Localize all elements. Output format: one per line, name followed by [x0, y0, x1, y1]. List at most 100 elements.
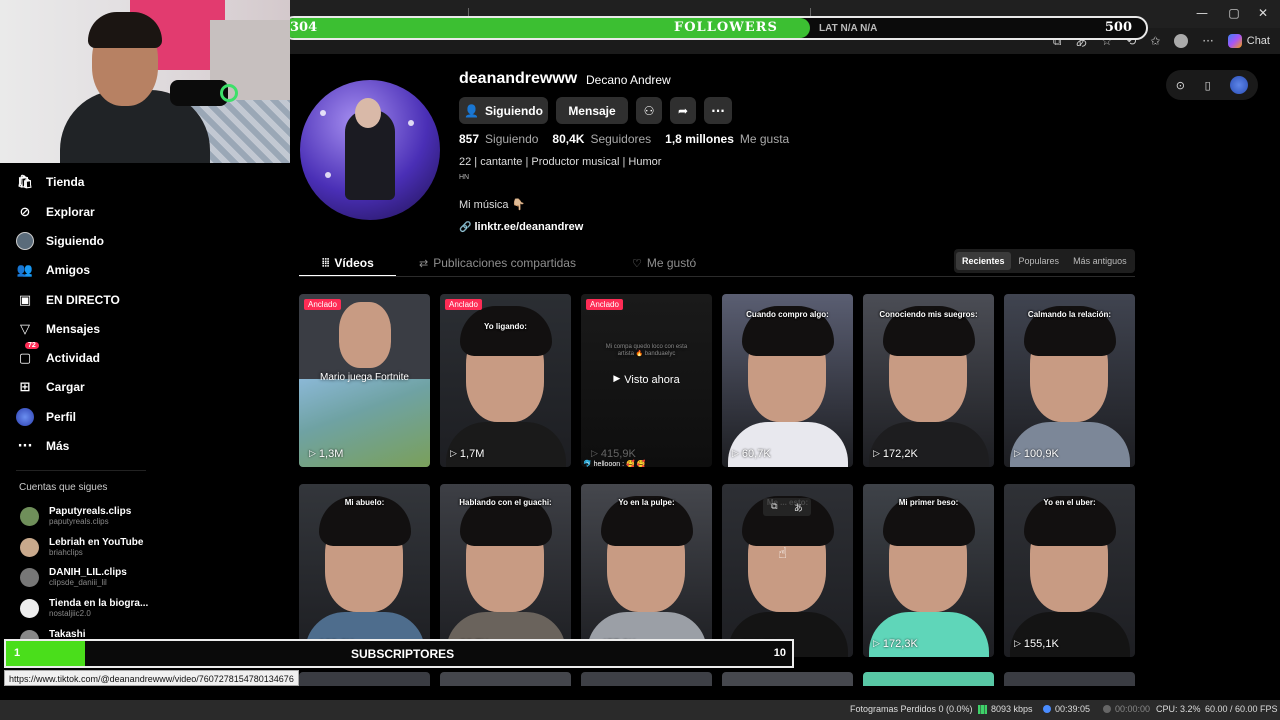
browser-menu-icon[interactable]: ··· [1202, 34, 1213, 48]
video-card[interactable]: Anclado Mario juega Fortnite ▷ 1,3M [299, 294, 430, 467]
account-name: Lebriah en YouTube [49, 537, 144, 548]
video-caption: Hablando con el guachi: [459, 498, 552, 507]
sidebar-item-actividad[interactable]: ▢ 72 Actividad [16, 342, 101, 369]
video-card[interactable]: Hablando con el guachi:▷82,7K [440, 484, 571, 657]
message-button[interactable]: Mensaje [556, 97, 628, 124]
video-card-peek[interactable] [581, 672, 712, 686]
share-button[interactable]: ➦ [670, 97, 696, 124]
following-button-label: Siguiendo [484, 103, 543, 118]
video-card[interactable]: Mi abuelo:▷129,6K [299, 484, 430, 657]
sidebar-item-en-directo[interactable]: ▣ EN DIRECTO [16, 289, 120, 311]
subscribers-goal-end: 10 [773, 647, 786, 659]
video-hover-controls[interactable]: ⧉ あ [763, 498, 811, 516]
sidebar-item-perfil[interactable]: Perfil [16, 406, 76, 428]
minimize-icon[interactable]: — [1195, 6, 1209, 20]
profile-nickname: Decano Andrew [586, 73, 671, 87]
video-caption: Yo en la pulpe: [618, 498, 675, 507]
sidebar-item-siguiendo[interactable]: Siguiendo [16, 230, 104, 252]
upload-icon: ⊞ [19, 379, 31, 395]
play-outline-icon: ▷ [873, 639, 880, 649]
sidebar-item-explorar[interactable]: ⊘ Explorar [16, 201, 95, 223]
obs-fps: 60.00 / 60.00 FPS [1205, 704, 1278, 714]
following-button[interactable]: 👤 Siguiendo [459, 97, 548, 124]
video-view-count: ▷ 155,1K [1014, 638, 1059, 650]
tab-videos[interactable]: ⦙⦙⦙ Vídeos [322, 256, 374, 270]
copilot-chat-button[interactable]: Chat [1227, 34, 1270, 48]
sort-popular[interactable]: Populares [1013, 252, 1066, 270]
sidebar-item-cargar[interactable]: ⊞ Cargar [16, 376, 85, 398]
tab-reposts[interactable]: ⇄ Publicaciones compartidas [419, 256, 576, 270]
favorites-bar-icon[interactable]: ✩ [1150, 34, 1160, 48]
video-card[interactable]: Conociendo mis suegros: ▷ 172,2K [863, 294, 994, 467]
add-friend-button[interactable]: ⚇ [636, 97, 662, 124]
sidebar-item-label: Actividad [46, 351, 101, 365]
video-view-count: ▷ 172,3K [873, 638, 918, 650]
sort-oldest[interactable]: Más antiguos [1067, 252, 1133, 270]
account-name: Paputyreals.clips [49, 506, 132, 517]
pinned-badge: Anclado [304, 299, 341, 310]
user-avatar[interactable] [1230, 76, 1249, 94]
close-window-icon[interactable]: ✕ [1256, 6, 1270, 20]
sidebar-item-label: Más [46, 439, 70, 453]
avatar-light [408, 120, 414, 126]
sidebar-item-amigos[interactable]: 👥 Amigos [16, 259, 90, 281]
following-count[interactable]: 857 [459, 132, 479, 146]
followers-count[interactable]: 80,4K [552, 132, 584, 146]
video-card-peek[interactable] [1004, 672, 1135, 686]
video-view-count: ▷ 172,2K [873, 448, 918, 460]
view-count-text: 60,7K [741, 448, 771, 460]
streamer-hair [88, 12, 162, 48]
video-card[interactable]: Anclado Mi compa quedo loco con esta arti… [581, 294, 712, 467]
video-card[interactable]: Cuando compro algo: ▷ 60,7K [722, 294, 853, 467]
video-card[interactable]: Yo en el uber: ▷ 155,1K [1004, 484, 1135, 657]
video-card[interactable]: Yo en la pulpe:▷457,3K [581, 484, 712, 657]
following-account[interactable]: DANIH_LIL.clips clipsde_daniii_lil [20, 565, 127, 589]
profile-avatar [300, 80, 440, 220]
sidebar-item-mas[interactable]: ··· Más [16, 435, 70, 457]
followers-goal-bar: 304 FOLLOWERS LAT N/A N/A 500 [282, 16, 1148, 40]
obs-record-time: 00:00:00 [1103, 704, 1150, 714]
view-count-text: 172,3K [882, 638, 918, 650]
sidebar-item-mensajes[interactable]: ▽ Mensajes [16, 318, 100, 340]
sort-recent[interactable]: Recientes [956, 252, 1011, 270]
profile-bio-music: Mi música 👇🏼 [459, 199, 526, 211]
obs-status-bar: Fotogramas Perdidos 0 (0.0%) 8093 kbps 0… [0, 700, 1280, 720]
video-card-peek[interactable] [722, 672, 853, 686]
followers-goal-extra: LAT N/A N/A [819, 23, 878, 34]
video-subject-shirt [869, 422, 989, 467]
heart-outline-icon: ♡ [632, 256, 642, 270]
video-overlay-note: Mi compa quedo loco con esta artista 🔥 b… [605, 344, 688, 357]
obs-bitrate: 8093 kbps [978, 704, 1033, 714]
ellipsis-icon: ··· [711, 103, 725, 118]
video-card[interactable]: Mi primer beso: ▷ 172,3K [863, 484, 994, 657]
live-comment: 🐬 hellooon : 🥰 🥰 [583, 461, 646, 467]
translate-icon[interactable]: あ [794, 501, 803, 514]
profile-link[interactable]: 🔗 linktr.ee/deanandrew [459, 221, 583, 233]
following-account[interactable]: Tienda en la biogra... nostaljiic2.0 [20, 596, 148, 620]
video-caption: Yo ligando: [484, 322, 527, 331]
following-accounts-title: Cuentas que sigues [19, 482, 108, 493]
video-card-peek[interactable] [299, 672, 430, 686]
maximize-icon[interactable]: ▢ [1227, 6, 1241, 20]
video-card-peek[interactable] [440, 672, 571, 686]
browser-profile-icon[interactable] [1174, 34, 1189, 48]
following-account[interactable]: Lebriah en YouTube briahclips [20, 535, 143, 559]
microphone-light [220, 84, 238, 102]
more-options-button[interactable]: ··· [704, 97, 732, 124]
device-icon[interactable]: ▯ [1205, 79, 1211, 92]
share-icon: ➦ [677, 103, 689, 118]
video-card[interactable]: Calmando la relación: ▷ 100,9K [1004, 294, 1135, 467]
following-account[interactable]: Paputyreals.clips paputyreals.clips [20, 504, 131, 528]
watched-now-text: Visto ahora [624, 374, 680, 386]
pip-icon[interactable]: ⧉ [771, 502, 777, 512]
link-icon: 🔗 [459, 221, 472, 233]
video-caption: Mi abuelo: [344, 498, 385, 507]
video-overlay-text: Mario juega Fortnite [320, 372, 409, 383]
video-subject-face [339, 302, 391, 368]
video-card-peek[interactable] [863, 672, 994, 686]
tab-liked[interactable]: ♡ Me gustó [632, 256, 696, 270]
sidebar-item-label: Mensajes [46, 322, 101, 336]
video-card[interactable]: Anclado Yo ligando: ▷ 1,7M [440, 294, 571, 467]
coin-icon[interactable]: ⊙ [1176, 79, 1185, 92]
sidebar-item-tienda[interactable]: 🛍 Tienda [16, 171, 85, 193]
